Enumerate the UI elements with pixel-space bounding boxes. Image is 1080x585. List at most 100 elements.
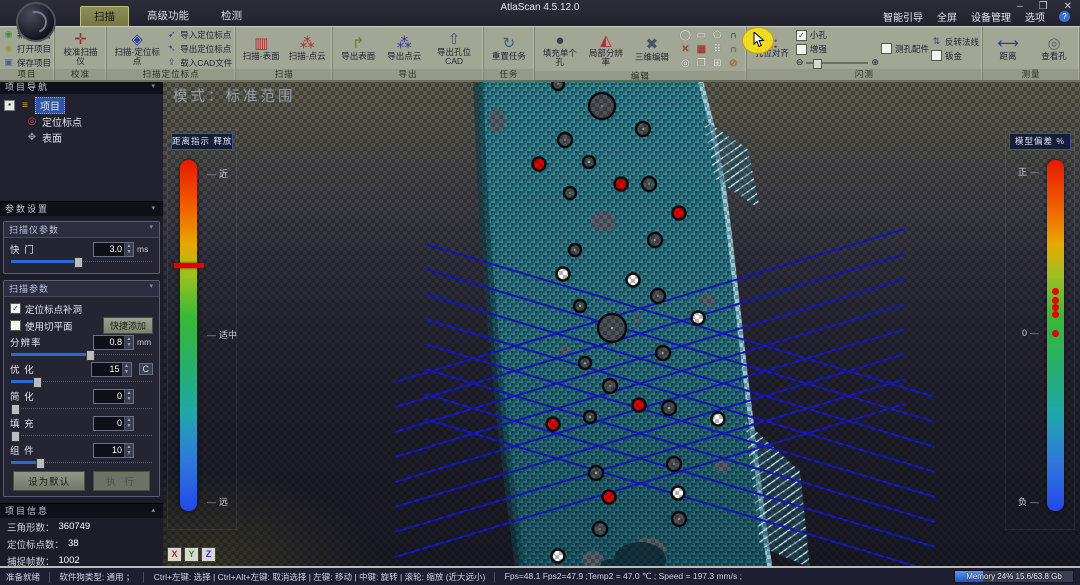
slider-thumb[interactable]: [813, 59, 822, 69]
checkbox-增强[interactable]: 增强: [796, 43, 879, 55]
value-spinner[interactable]: 10▲▼: [93, 443, 134, 458]
checkbox-测孔配件[interactable]: 测孔配件: [881, 43, 929, 55]
slider-thumb[interactable]: [74, 257, 83, 268]
slider-thumb[interactable]: [11, 431, 20, 442]
checkbox-定位标点补洞[interactable]: ✓定位标点补洞: [10, 300, 153, 317]
slider-thumb[interactable]: [36, 458, 45, 469]
button-局部分辨率[interactable]: ◭局部分辨率: [584, 32, 628, 68]
set-default-button[interactable]: 设为默认: [13, 471, 85, 491]
button-查看孔[interactable]: ◎查看孔: [1032, 35, 1076, 61]
viewport-3d[interactable]: 模式：标准范围 距离指示 释放—近—适中—远 模型偏差 %正—0—负— XYZ: [163, 79, 1080, 568]
axis-button-Y[interactable]: Y: [184, 547, 199, 562]
polygon-select-icon[interactable]: ⬠: [710, 29, 725, 42]
value-spinner[interactable]: 0.8▲▼: [93, 335, 134, 350]
param-slider[interactable]: [11, 377, 152, 386]
value-spinner[interactable]: 0▲▼: [93, 389, 134, 404]
collapse-icon[interactable]: ▾: [149, 282, 154, 290]
checkbox-使用切平面[interactable]: 使用切平面快捷添加: [10, 317, 153, 334]
spinner-arrows[interactable]: ▲▼: [122, 363, 131, 376]
circle-tool-icon[interactable]: ◎: [678, 57, 693, 70]
minus-icon[interactable]: ⊖: [796, 57, 804, 68]
dot-fill-icon[interactable]: ⠿: [710, 43, 725, 56]
param-slider[interactable]: [11, 458, 152, 467]
button-扫描-表面[interactable]: ▥扫描-表面: [239, 35, 283, 61]
spin-down-icon[interactable]: ▼: [125, 249, 133, 256]
tab-检测[interactable]: 检测: [207, 5, 256, 26]
mesh-tool-icon[interactable]: ⊞: [710, 57, 725, 70]
rect-select-icon[interactable]: ▭: [694, 29, 709, 42]
spin-down-icon[interactable]: ▼: [125, 342, 133, 349]
checkbox-小孔[interactable]: ✓小孔: [796, 29, 879, 41]
button-导入定位标点[interactable]: ➹导入定位标点: [166, 29, 232, 41]
param-slider[interactable]: [11, 350, 152, 359]
button-扫描-定位标点[interactable]: ◈扫描-定位标点: [110, 31, 164, 67]
axis-button-X[interactable]: X: [167, 547, 182, 562]
bridge-tool-icon[interactable]: ∩: [726, 29, 741, 42]
expander-icon[interactable]: ▪: [4, 100, 15, 111]
grid-fill-icon[interactable]: ▦: [694, 43, 709, 56]
button-三维编辑[interactable]: ✖三维编辑: [630, 36, 674, 62]
button-保存项目[interactable]: ▣保存项目: [3, 57, 51, 69]
value-spinner[interactable]: 3.0▲▼: [93, 242, 134, 257]
spinner-arrows[interactable]: ▲▼: [124, 336, 133, 349]
param-slider[interactable]: [11, 404, 152, 413]
plus-icon[interactable]: ⊕: [871, 57, 879, 68]
spin-down-icon[interactable]: ▼: [123, 369, 131, 376]
button-距离[interactable]: ⟷距离: [986, 35, 1030, 61]
slider-thumb[interactable]: [11, 404, 20, 415]
button-导出表面[interactable]: ↱导出表面: [336, 35, 380, 61]
button-反转法线[interactable]: ⇅反转法线: [931, 36, 979, 48]
collapse-icon[interactable]: ▴: [151, 504, 157, 518]
tab-高级功能[interactable]: 高级功能: [133, 5, 203, 26]
spin-down-icon[interactable]: ▼: [125, 450, 133, 457]
execute-button[interactable]: 执 行: [93, 471, 150, 491]
spinner-arrows[interactable]: ▲▼: [124, 243, 133, 256]
menu-智能引导[interactable]: 智能引导: [883, 9, 923, 24]
slider-thumb[interactable]: [86, 350, 95, 361]
button-重置任务[interactable]: ↻重置任务: [487, 35, 531, 61]
button-载入CAD文件[interactable]: ⇪载入CAD文件: [166, 57, 232, 69]
menu-设备管理[interactable]: 设备管理: [971, 9, 1011, 24]
ellipse-select-icon[interactable]: ◯: [678, 29, 693, 42]
spinner-arrows[interactable]: ▲▼: [124, 417, 133, 430]
tab-扫描[interactable]: 扫描: [80, 6, 129, 26]
checkbox-钣金[interactable]: 钣金: [931, 50, 979, 62]
bridge-tool2-icon[interactable]: ∩: [726, 43, 741, 56]
button-导出孔位CAD[interactable]: ⇧导出孔位CAD: [428, 31, 480, 67]
button-校准扫描仪[interactable]: ✛校准扫描仪: [58, 31, 103, 67]
value-spinner[interactable]: 0▲▼: [93, 416, 134, 431]
clear-tool-icon[interactable]: ⊘: [726, 57, 741, 70]
spinner-arrows[interactable]: ▲▼: [124, 390, 133, 403]
slider-track[interactable]: [806, 62, 868, 64]
collapse-icon[interactable]: ▾: [149, 223, 154, 231]
window-tool-icon[interactable]: ❐: [694, 57, 709, 70]
slider-thumb[interactable]: [33, 377, 42, 388]
project-info-header[interactable]: 项目信息▴: [0, 503, 163, 518]
button-扫描-点云[interactable]: ⁂扫描-点云: [285, 35, 329, 61]
tree-item-root[interactable]: ▪≡项目: [4, 97, 161, 113]
button-填充单个孔[interactable]: ●填充单个孔: [538, 32, 582, 68]
params-header[interactable]: 参数设置▾: [0, 201, 163, 216]
quick-add-button[interactable]: 快捷添加: [103, 317, 153, 334]
delete-selection-icon[interactable]: ✕: [678, 43, 693, 56]
button-打开项目[interactable]: ◉打开项目: [3, 43, 51, 55]
param-slider[interactable]: [11, 431, 152, 440]
button-导出点云[interactable]: ⁂导出点云: [382, 35, 426, 61]
help-icon[interactable]: ?: [1059, 11, 1070, 22]
tree-item-定位标点[interactable]: ◎定位标点: [4, 113, 161, 129]
app-logo-icon[interactable]: [16, 2, 56, 42]
refresh-button[interactable]: C: [139, 363, 154, 375]
menu-全屏[interactable]: 全屏: [937, 9, 957, 24]
menu-选项[interactable]: 选项: [1025, 9, 1045, 24]
collapse-icon[interactable]: ▾: [151, 80, 157, 94]
spinner-arrows[interactable]: ▲▼: [124, 444, 133, 457]
param-slider[interactable]: [11, 257, 152, 266]
tree-item-表面[interactable]: ✥表面: [4, 129, 161, 145]
value-spinner[interactable]: 15▲▼: [91, 362, 132, 377]
spin-down-icon[interactable]: ▼: [125, 396, 133, 403]
axis-button-Z[interactable]: Z: [201, 547, 216, 562]
ribbon-slider[interactable]: ⊖⊕: [796, 57, 879, 68]
spin-down-icon[interactable]: ▼: [125, 423, 133, 430]
collapse-icon[interactable]: ▾: [151, 202, 157, 216]
button-导出定位标点[interactable]: ➷导出定位标点: [166, 43, 232, 55]
